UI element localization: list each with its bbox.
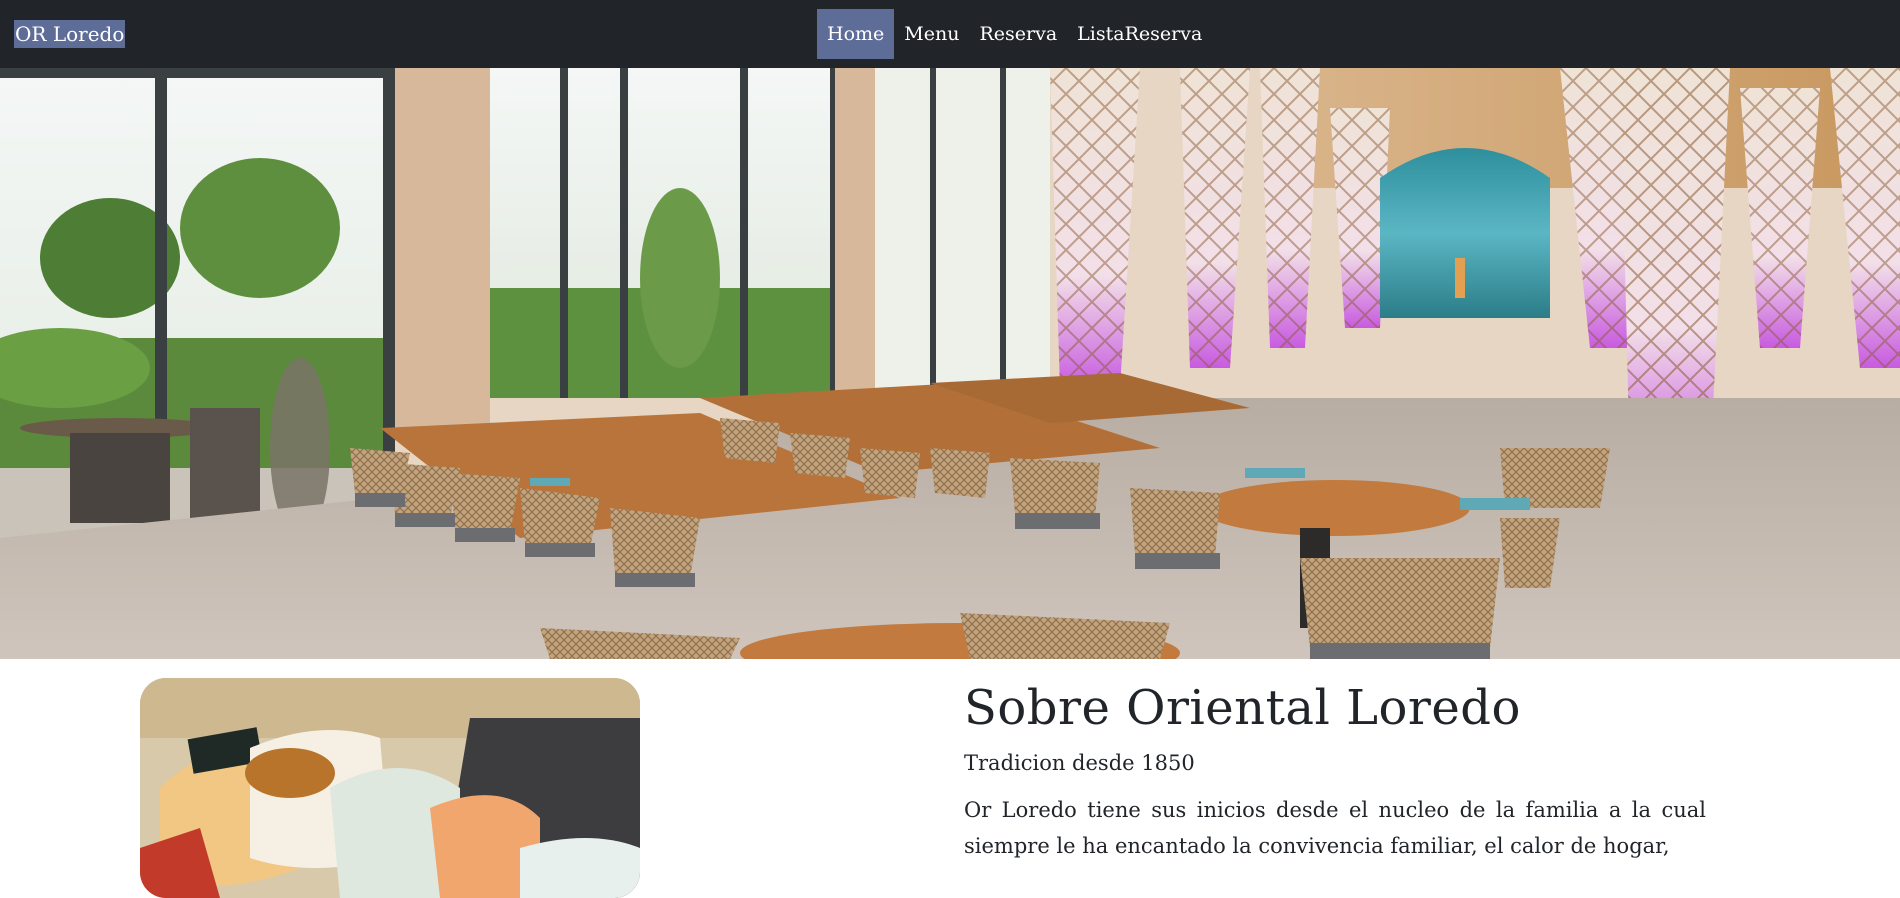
nav-link-lista-reserva[interactable]: ListaReserva — [1067, 9, 1212, 59]
about-body: Or Loredo tiene sus inicios desde el nuc… — [964, 798, 1706, 858]
nav-links: Home Menu Reserva ListaReserva — [817, 9, 1212, 59]
sushi-image — [140, 678, 640, 898]
nav-link-menu[interactable]: Menu — [894, 9, 969, 59]
sushi-photo — [140, 678, 640, 898]
about-title: Sobre Oriental Loredo — [964, 680, 1521, 736]
about-subtitle: Tradicion desde 1850 — [964, 751, 1195, 775]
restaurant-interior-photo — [0, 68, 1900, 659]
about-section: Sobre Oriental Loredo Tradicion desde 18… — [964, 678, 1706, 864]
navbar: OR Loredo Home Menu Reserva ListaReserva — [0, 0, 1900, 68]
hero-image — [0, 68, 1900, 659]
nav-link-reserva[interactable]: Reserva — [969, 9, 1067, 59]
brand-link[interactable]: OR Loredo — [14, 20, 126, 48]
nav-link-home[interactable]: Home — [817, 9, 895, 59]
